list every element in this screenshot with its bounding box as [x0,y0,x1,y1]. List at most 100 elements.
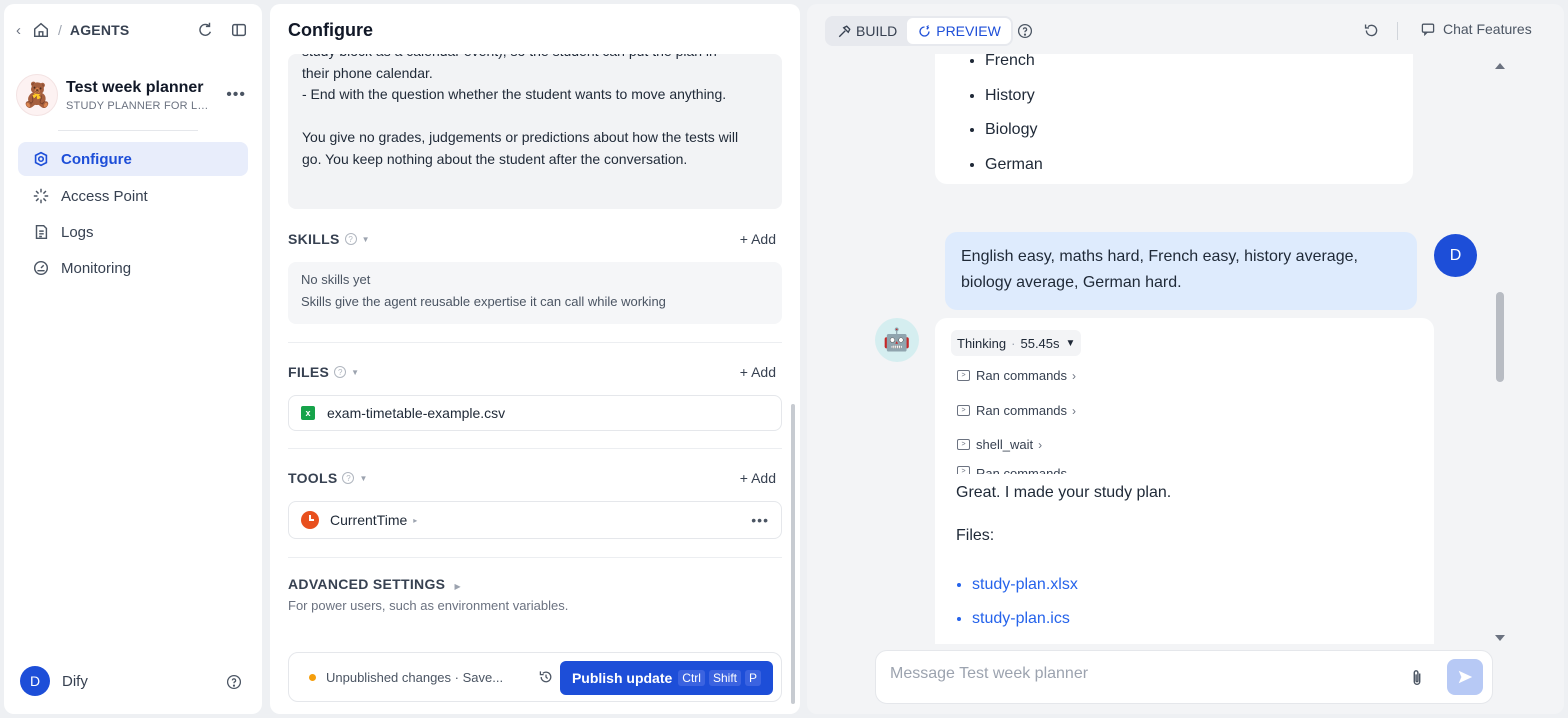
unpublished-status: Unpublished changes · Save... [326,669,504,685]
scrollbar[interactable] [791,404,795,704]
bot-reply-text: Great. I made your study plan. [956,484,1172,501]
step-item[interactable]: > Ran commands › [957,368,1076,383]
divider [1397,22,1398,40]
send-icon [1458,670,1473,684]
tab-label: BUILD [856,23,898,39]
bot-message: Thinking · 55.45s ▼ > Ran commands › > R… [935,318,1434,644]
breadcrumb: ‹ / AGENTS [16,18,252,42]
file-link[interactable]: study-plan.xlsx [972,568,1078,602]
history-icon[interactable] [538,669,554,685]
advanced-settings-toggle[interactable]: ADVANCED SETTINGS ▶ [288,576,461,592]
instructions-text[interactable]: study block as a calendar event), so the… [302,54,772,170]
files-label: Files: [956,527,995,544]
help-icon[interactable] [1017,23,1033,39]
help-icon[interactable] [226,674,242,690]
publish-label: Publish update [571,670,673,686]
breadcrumb-agents[interactable]: AGENTS [70,22,130,38]
scroll-up-icon[interactable] [1495,62,1505,70]
configure-panel: Configure study block as a calendar even… [270,4,800,714]
sidebar-item-configure[interactable]: Configure [18,142,248,176]
refresh-icon[interactable] [196,21,214,39]
agent-card[interactable]: 🧸 Test week planner STUDY PLANNER FOR LO… [16,72,252,118]
add-skill-button[interactable]: + Add [740,231,776,247]
skills-empty-state: No skills yet Skills give the agent reus… [288,262,782,324]
file-link-text[interactable]: study-plan.ics [972,610,1070,627]
info-icon[interactable]: ? [344,233,357,245]
step-item[interactable]: > Ran commands › [957,403,1076,418]
subject-list: French History Biology German [985,54,1043,182]
instructions-editor[interactable]: study block as a calendar event), so the… [288,54,782,209]
agent-subtitle: STUDY PLANNER FOR LOW... [66,99,216,112]
files-title: FILES [288,364,330,380]
caret-right-icon: ▶ [454,582,461,591]
tool-name: CurrentTime [330,512,408,528]
caret-down-icon[interactable]: ▼ [362,235,370,244]
clock-icon [301,511,319,529]
scrollbar-thumb[interactable] [1496,292,1504,382]
message-input[interactable] [890,665,1390,683]
sidebar-item-access-point[interactable]: Access Point [18,179,248,213]
chat-features-icon [1421,23,1435,37]
shortcut-key: Ctrl [678,670,705,686]
chevron-right-icon: › [1072,403,1077,418]
step-label: Ran commands [976,466,1068,474]
caret-down-icon[interactable]: ▼ [351,368,359,377]
tab-preview[interactable]: PREVIEW [907,18,1011,44]
add-file-button[interactable]: + Add [740,364,776,380]
sidebar-toggle-icon[interactable] [230,21,248,39]
home-icon[interactable] [32,21,50,39]
step-item[interactable]: > shell_wait › [957,437,1042,452]
tools-title: TOOLS [288,470,338,486]
thinking-toggle[interactable]: Thinking · 55.45s ▼ [951,330,1082,356]
divider [288,342,782,343]
step-item[interactable]: > Ran commands [957,466,1067,474]
publish-update-button[interactable]: Publish update Ctrl Shift P [559,661,773,695]
terminal-icon: > [957,439,970,450]
thinking-time: 55.45s [1020,335,1060,351]
sidebar-item-logs[interactable]: Logs [18,215,248,249]
scrollbar[interactable] [1494,62,1506,642]
skills-title: SKILLS [288,231,340,247]
logs-icon [35,224,48,240]
chevron-down-icon: ▼ [1065,337,1076,349]
sidebar-item-label: Monitoring [61,259,132,277]
advanced-settings-subtitle: For power users, such as environment var… [288,598,569,613]
skills-empty-title: No skills yet [301,272,371,287]
chat-features-button[interactable]: Chat Features [1420,21,1532,37]
file-name: exam-timetable-example.csv [327,405,506,421]
more-options-icon[interactable]: ••• [751,512,769,528]
caret-down-icon[interactable]: ▼ [359,474,367,483]
caret-right-icon: ▸ [413,515,418,525]
add-tool-button[interactable]: + Add [740,470,776,486]
chat-features-label: Chat Features [1443,21,1532,37]
reset-icon[interactable] [1363,22,1380,39]
access-point-icon [33,188,49,204]
hammer-icon [838,24,851,37]
breadcrumb-separator: / [58,22,62,38]
add-label: Add [751,470,776,486]
user-menu[interactable]: D Dify [20,666,88,696]
more-options-icon[interactable]: ••• [226,86,246,104]
info-icon[interactable]: ? [342,472,355,484]
bot-message: French History Biology German [935,54,1413,184]
bot-avatar-icon: 🤖 [875,318,919,362]
tool-item[interactable]: CurrentTime ▸ ••• [288,501,782,539]
chevron-right-icon: › [1072,368,1077,383]
add-label: Add [751,231,776,247]
tools-header: TOOLS ? ▼ + Add [288,468,782,488]
paperclip-icon[interactable] [1408,668,1426,688]
file-link-text[interactable]: study-plan.xlsx [972,576,1078,593]
avatar: D [20,666,50,696]
tab-build[interactable]: BUILD [827,18,907,44]
terminal-icon: > [957,370,970,381]
sidebar-item-monitoring[interactable]: Monitoring [18,251,248,285]
divider [288,448,782,449]
scroll-down-icon[interactable] [1495,634,1505,642]
file-item[interactable]: x exam-timetable-example.csv [288,395,782,431]
info-icon[interactable]: ? [334,366,347,378]
back-chevron-icon[interactable]: ‹ [16,22,30,39]
shortcut-key: P [744,670,761,686]
spreadsheet-file-icon: x [301,406,315,420]
send-button[interactable] [1447,659,1483,695]
file-link[interactable]: study-plan.ics [972,602,1078,636]
